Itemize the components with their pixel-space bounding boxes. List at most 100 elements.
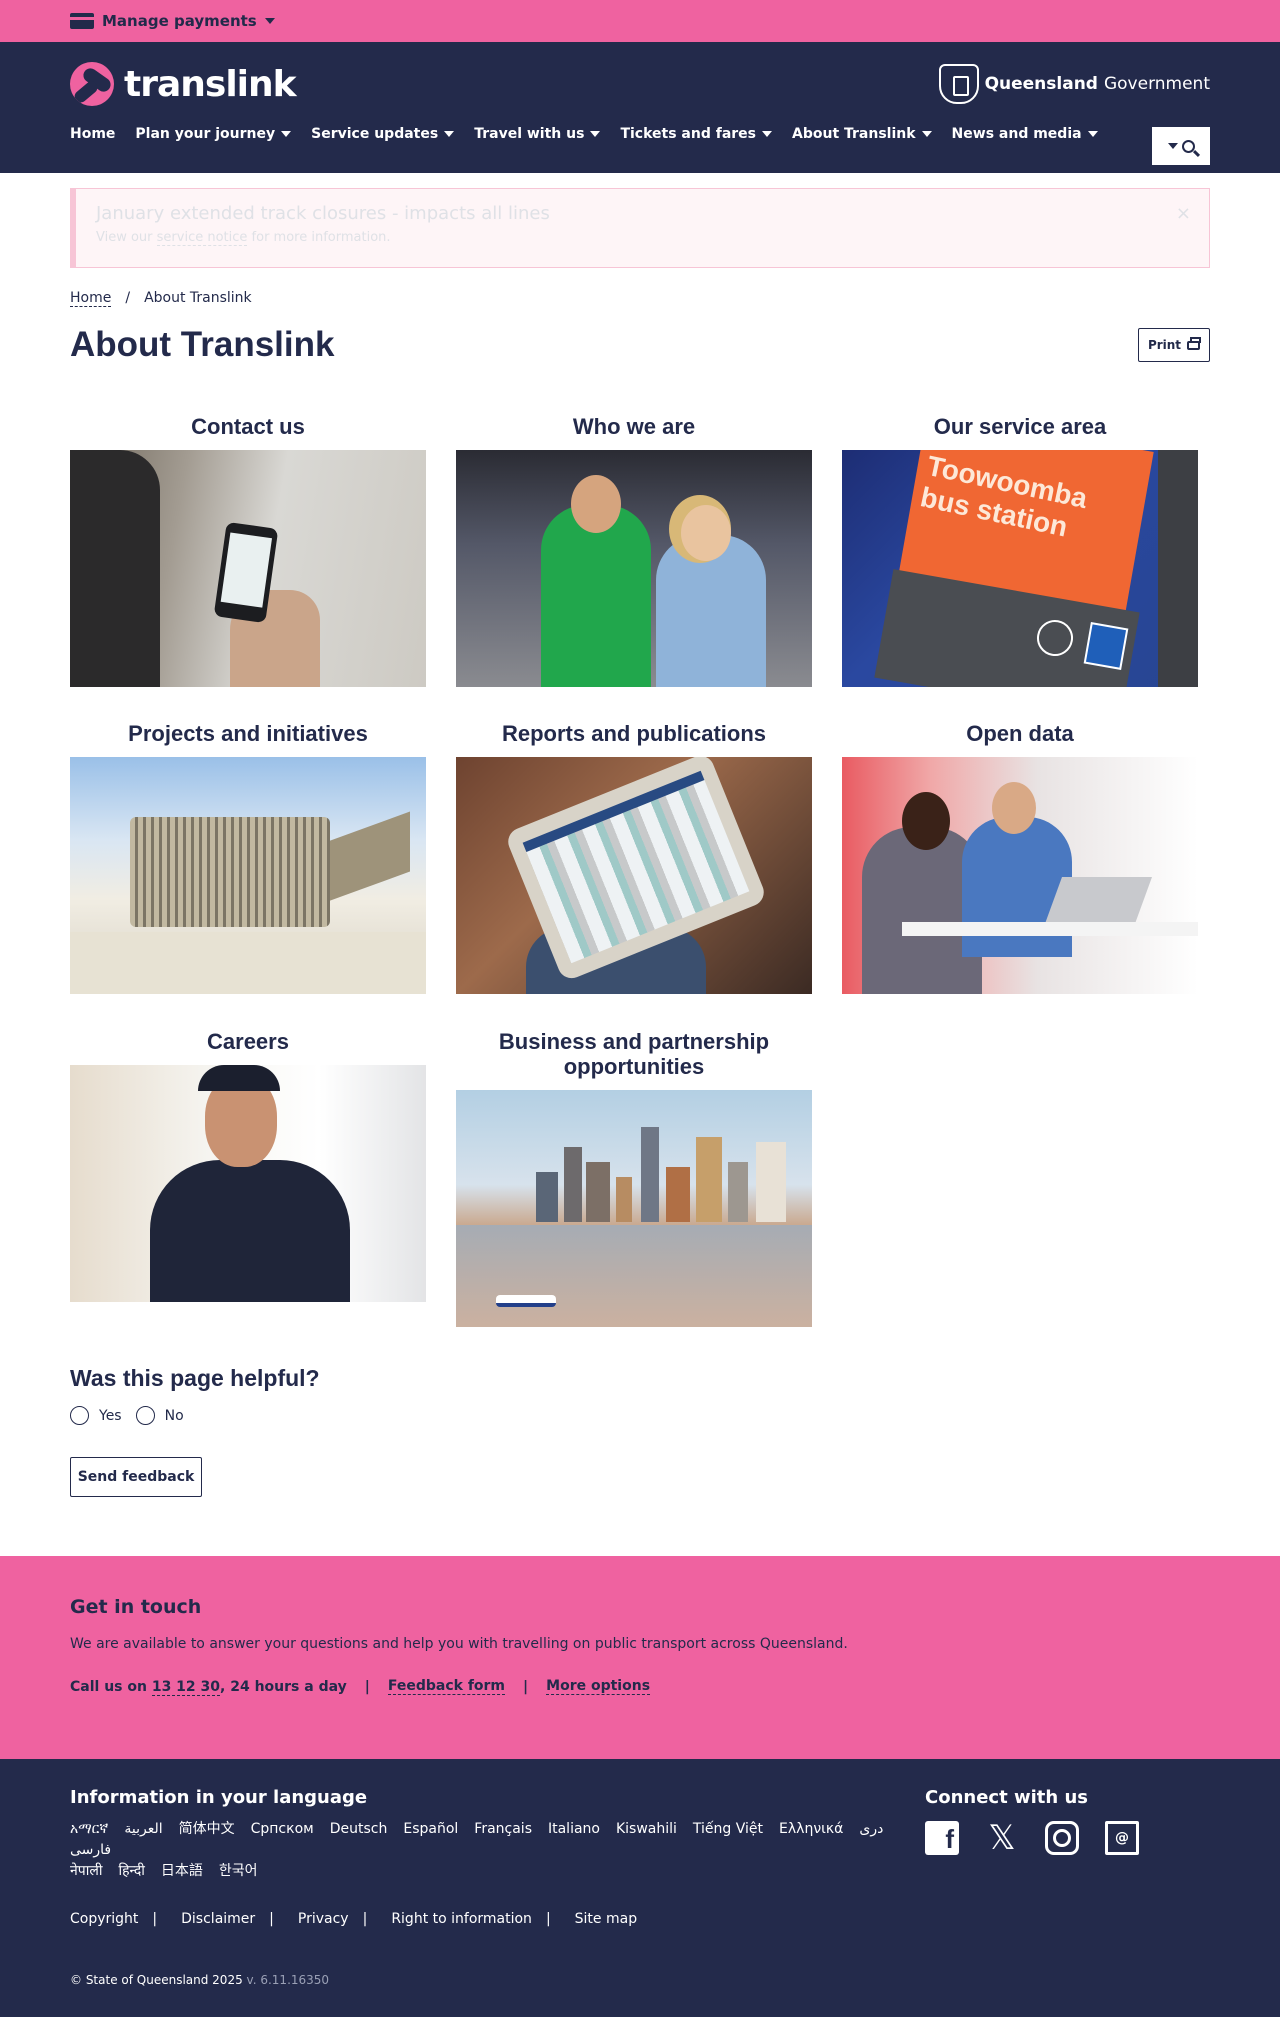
translink-logo[interactable]: translink [70, 62, 297, 106]
separator: | [269, 1911, 274, 1927]
copyright-link[interactable]: Copyright [70, 1911, 138, 1927]
nav-label: Travel with us [474, 126, 585, 142]
radio-no[interactable]: No [135, 1406, 184, 1425]
card-open-data[interactable]: Open data [842, 721, 1198, 994]
nav-label: Plan your journey [135, 126, 276, 142]
language-link[interactable]: Italiano [548, 1819, 600, 1840]
card-reports-and-publications[interactable]: Reports and publications [456, 721, 812, 994]
language-link[interactable]: Српском [251, 1819, 314, 1840]
language-link[interactable]: አማርኛ [70, 1819, 108, 1840]
right-to-information-link[interactable]: Right to information [391, 1911, 532, 1927]
card-business-and-partnership[interactable]: Business and partnership opportunities [456, 1029, 812, 1327]
social-links: f 𝕏 @ [925, 1818, 1139, 1858]
nav-label: Home [70, 126, 116, 142]
card-contact-us[interactable]: Contact us [70, 414, 426, 687]
site-map-link[interactable]: Site map [575, 1911, 637, 1927]
instagram-icon[interactable] [1045, 1821, 1079, 1855]
close-icon[interactable]: × [1176, 203, 1191, 224]
language-link[interactable]: Français [474, 1819, 532, 1840]
alert-text-after: for more information. [247, 230, 391, 245]
radio-yes[interactable]: Yes [70, 1406, 122, 1425]
card-who-we-are[interactable]: Who we are [456, 414, 812, 687]
language-link[interactable]: Tiếng Việt [693, 1819, 763, 1840]
chevron-down-icon [590, 131, 601, 137]
language-link[interactable]: Deutsch [330, 1819, 388, 1840]
radio-button[interactable] [70, 1406, 89, 1425]
copyright-text: © State of Queensland 2025 v. 6.11.16350 [70, 1973, 329, 1987]
phone-link[interactable]: 13 12 30 [151, 1678, 221, 1696]
alert-text: View our service notice for more informa… [96, 230, 1189, 246]
call-us: Call us on 13 12 30, 24 hours a day [70, 1678, 347, 1696]
nav-about-translink[interactable]: About Translink [792, 126, 932, 142]
utility-bar: Manage payments [0, 0, 1280, 42]
breadcrumb-separator: / [125, 290, 131, 306]
manage-payments-label: Manage payments [102, 12, 257, 30]
page-title: About Translink [70, 325, 335, 364]
language-link[interactable]: 简体中文 [179, 1819, 235, 1840]
nav-travel-with-us[interactable]: Travel with us [474, 126, 601, 142]
language-link[interactable]: Español [403, 1819, 458, 1840]
card-projects-and-initiatives[interactable]: Projects and initiatives [70, 721, 426, 994]
card-title: Business and partnership opportunities [498, 1029, 770, 1079]
nav-news-and-media[interactable]: News and media [952, 126, 1098, 142]
search-button[interactable] [1152, 127, 1210, 165]
site-footer: Information in your language አማርኛ العربي… [0, 1759, 1280, 2017]
search-icon [1181, 139, 1195, 153]
language-link[interactable]: Kiswahili [616, 1819, 677, 1840]
breadcrumb: Home / About Translink [70, 290, 252, 307]
language-link[interactable]: नेपाली [70, 1861, 102, 1882]
card-title: Contact us [191, 414, 305, 439]
coat-of-arms-icon [938, 64, 979, 104]
chevron-down-icon [264, 18, 275, 24]
call-suffix: , 24 hours a day [220, 1678, 347, 1695]
nav-tickets-and-fares[interactable]: Tickets and fares [620, 126, 772, 142]
breadcrumb-home[interactable]: Home [70, 290, 112, 307]
chevron-down-icon [1167, 143, 1178, 149]
separator: | [523, 1678, 529, 1695]
nav-home[interactable]: Home [70, 126, 115, 142]
more-options-link[interactable]: More options [546, 1678, 651, 1695]
version-text: v. 6.11.16350 [246, 1973, 330, 1987]
language-link[interactable]: हिन्दी [118, 1861, 144, 1882]
alert-title: January extended track closures - impact… [96, 203, 550, 224]
x-icon[interactable]: 𝕏 [985, 1818, 1019, 1858]
chevron-down-icon [762, 131, 772, 137]
language-title: Information in your language [70, 1787, 368, 1808]
privacy-link[interactable]: Privacy [298, 1911, 349, 1927]
card-title: Reports and publications [501, 721, 767, 746]
chevron-down-icon [1087, 131, 1098, 137]
helpful-question: Was this page helpful? [70, 1365, 320, 1391]
language-link[interactable]: فارسی [70, 1840, 111, 1861]
nav-service-updates[interactable]: Service updates [311, 126, 455, 142]
printer-icon [1187, 336, 1202, 350]
nav-plan-your-journey[interactable]: Plan your journey [135, 126, 292, 142]
facebook-icon[interactable]: f [925, 1821, 959, 1855]
feedback-form-link[interactable]: Feedback form [387, 1678, 506, 1695]
disclaimer-link[interactable]: Disclaimer [181, 1911, 255, 1927]
service-alert: January extended track closures - impact… [70, 188, 1210, 268]
card-careers[interactable]: Careers [70, 1029, 426, 1302]
card-title: Our service area [933, 414, 1107, 439]
queensland-government-logo[interactable]: Queensland Government [938, 64, 1210, 104]
language-link[interactable]: 日本語 [161, 1861, 203, 1882]
card-icon [70, 13, 94, 29]
language-link[interactable]: Ελληνικά [779, 1819, 843, 1840]
who-we-are-image [456, 450, 812, 687]
manage-payments-menu[interactable]: Manage payments [70, 12, 275, 30]
send-feedback-button[interactable]: Send feedback [70, 1457, 202, 1497]
card-title: Careers [207, 1029, 289, 1054]
service-notice-link[interactable]: service notice [156, 230, 248, 246]
language-link[interactable]: العربية [124, 1819, 162, 1840]
projects-image [70, 757, 426, 994]
reports-image [456, 757, 812, 994]
translink-logo-icon [70, 62, 114, 106]
nav-label: Service updates [311, 126, 439, 142]
email-icon[interactable]: @ [1105, 1821, 1139, 1855]
print-button[interactable]: Print [1138, 328, 1210, 362]
print-label: Print [1147, 338, 1182, 352]
language-link[interactable]: 한국어 [219, 1861, 258, 1882]
language-link[interactable]: دری [859, 1819, 883, 1840]
radio-button[interactable] [135, 1406, 155, 1425]
nav-label: About Translink [792, 126, 916, 142]
card-our-service-area[interactable]: Our service area Toowoomba bus station [842, 414, 1198, 687]
